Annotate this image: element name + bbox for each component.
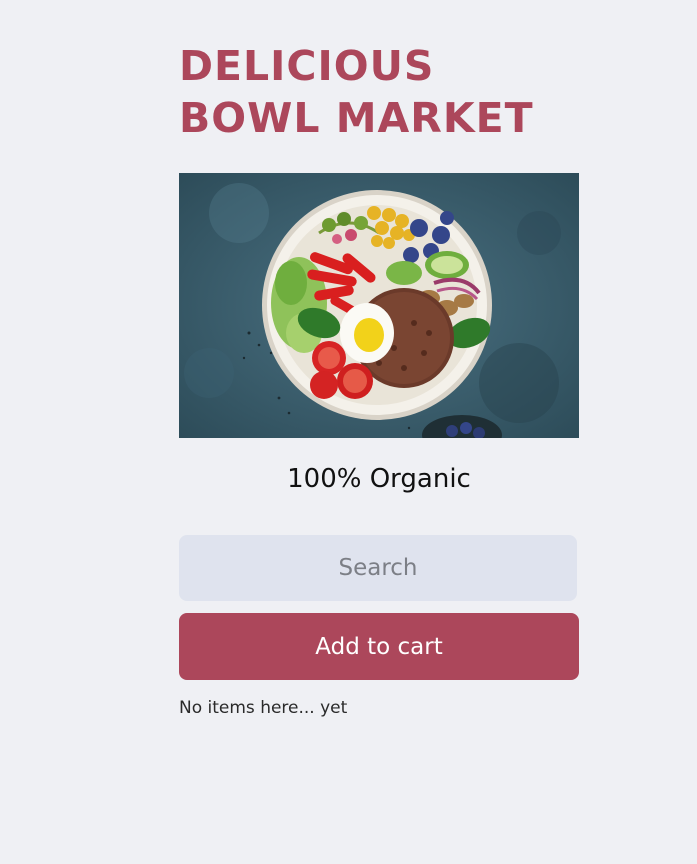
title-line-2: BOWL MARKET	[179, 94, 534, 142]
salad-bowl-illustration	[179, 173, 579, 438]
tagline: 100% Organic	[287, 464, 471, 494]
cart-empty-message: No items here... yet	[179, 698, 348, 718]
search-input[interactable]	[179, 535, 577, 601]
page-title: DELICIOUS BOWL MARKET	[179, 40, 579, 144]
hero-image	[179, 173, 579, 438]
title-line-1: DELICIOUS	[179, 42, 435, 90]
main-container: DELICIOUS BOWL MARKET 100% Organic Searc…	[179, 40, 579, 718]
add-to-cart-button[interactable]: Add to cart	[179, 613, 579, 680]
